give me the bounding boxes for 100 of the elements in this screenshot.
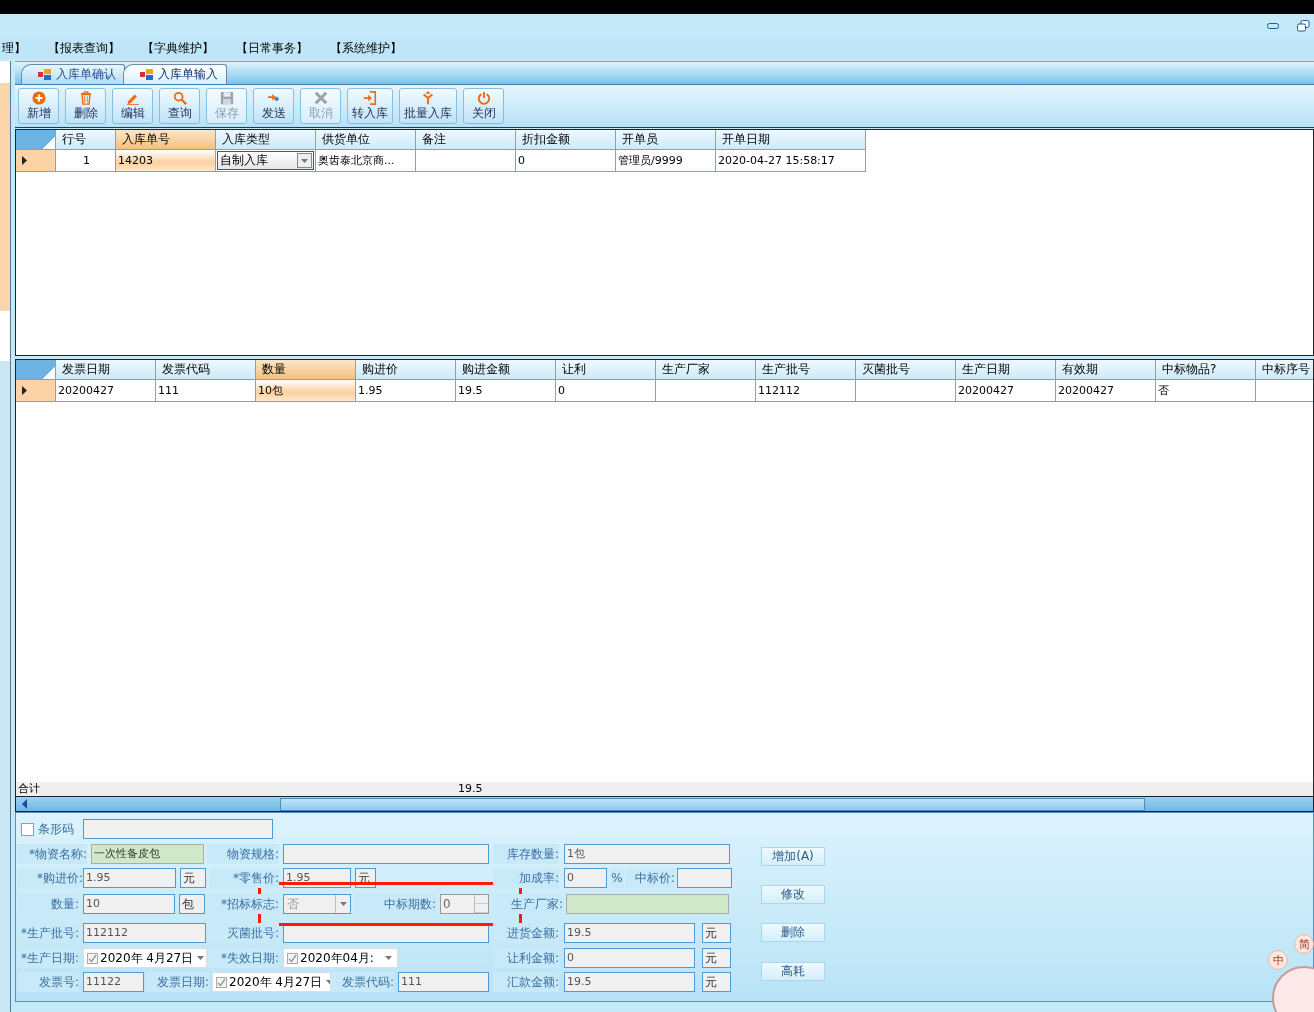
column-header[interactable]: 生产厂家 xyxy=(656,360,756,380)
form-button[interactable]: 修改 xyxy=(761,885,825,904)
input-field[interactable] xyxy=(677,868,732,888)
checkbox-label: 条形码 xyxy=(38,820,74,838)
column-header[interactable]: 开单日期 xyxy=(716,130,866,150)
column-header[interactable]: 发票代码 xyxy=(156,360,256,380)
input-field[interactable]: 111 xyxy=(398,972,489,992)
window-icon xyxy=(38,69,51,80)
input-field[interactable] xyxy=(283,844,489,864)
column-header[interactable]: 入库单号 xyxy=(116,130,216,150)
menu-item[interactable]: 理】 xyxy=(2,40,34,57)
unit-label: 包 xyxy=(179,894,205,914)
form-button[interactable]: 增加(A) xyxy=(761,847,825,866)
input-field[interactable] xyxy=(566,894,729,914)
date-picker[interactable]: 2020年 4月27日 xyxy=(83,948,207,968)
unit-label: 元 xyxy=(702,948,731,968)
scroll-left-icon[interactable] xyxy=(20,799,30,809)
field-label: *购进价: xyxy=(17,868,83,888)
table-cell: 10包 xyxy=(256,380,356,402)
column-header[interactable]: 中标序号 xyxy=(1256,360,1313,380)
table-cell: 112112 xyxy=(756,380,856,402)
input-field[interactable]: 19.5 xyxy=(564,923,695,943)
form-button[interactable]: 高耗 xyxy=(761,962,825,981)
scrollbar-thumb[interactable] xyxy=(280,797,1145,811)
caret-icon xyxy=(339,902,347,906)
table-cell: 否 xyxy=(1156,380,1256,402)
column-header[interactable]: 有效期 xyxy=(1056,360,1156,380)
column-header[interactable]: 数量 xyxy=(256,360,356,380)
checkbox[interactable] xyxy=(21,822,34,836)
toolbar-button[interactable]: 关闭 xyxy=(463,88,504,124)
table-cell: 0 xyxy=(556,380,656,402)
input-field[interactable]: 1包 xyxy=(564,844,730,864)
toolbar-button[interactable]: 发送 xyxy=(253,88,294,124)
input-field[interactable]: 10 xyxy=(83,894,175,914)
date-picker[interactable]: 2020年 4月27日 xyxy=(212,972,331,992)
menu-item[interactable]: 【系统维护】 xyxy=(330,40,410,57)
toolbar-button[interactable]: 批量入库 xyxy=(399,88,457,124)
caret-icon xyxy=(301,158,308,163)
column-header[interactable]: 灭菌批号 xyxy=(856,360,956,380)
input-field[interactable]: 0 xyxy=(564,948,695,968)
restore-icon[interactable] xyxy=(1297,20,1310,32)
row-header[interactable] xyxy=(16,150,56,172)
column-header[interactable]: 备注 xyxy=(416,130,516,150)
column-header[interactable]: 中标物品? xyxy=(1156,360,1256,380)
input-field[interactable] xyxy=(83,819,273,839)
menu-item[interactable]: 【报表查询】 xyxy=(48,40,128,57)
column-header[interactable]: 折扣金额 xyxy=(516,130,616,150)
spin-field[interactable]: 0 xyxy=(440,894,489,914)
input-field[interactable]: 19.5 xyxy=(564,972,695,992)
total-value: 19.5 xyxy=(457,782,484,796)
checkbox[interactable] xyxy=(216,976,227,988)
trash-icon xyxy=(78,91,93,105)
checkbox[interactable] xyxy=(87,952,98,964)
table-cell: 1.95 xyxy=(356,380,456,402)
tab[interactable]: 入库单确认 xyxy=(21,64,125,84)
column-header[interactable]: 入库类型 xyxy=(216,130,316,150)
toolbar-button[interactable]: 删除 xyxy=(65,88,106,124)
table-cell: 2020-04-27 15:58:17 xyxy=(716,150,866,172)
column-header[interactable]: 让利 xyxy=(556,360,656,380)
tab[interactable]: 入库单输入 xyxy=(123,64,227,84)
menu-item[interactable]: 【日常事务】 xyxy=(236,40,316,57)
field-label: 汇款金额: xyxy=(493,972,559,992)
minimize-icon[interactable] xyxy=(1267,23,1279,29)
column-header[interactable]: 生产日期 xyxy=(956,360,1056,380)
total-label: 合计 xyxy=(17,782,41,796)
column-header[interactable]: 购进金额 xyxy=(456,360,556,380)
column-header[interactable]: 购进价 xyxy=(356,360,456,380)
input-field[interactable]: 11122 xyxy=(83,972,144,992)
form-button[interactable]: 删除 xyxy=(761,923,825,942)
row-header[interactable] xyxy=(16,380,56,402)
branch-icon xyxy=(420,91,436,105)
toolbar-button[interactable]: 编辑 xyxy=(112,88,153,124)
checkbox[interactable] xyxy=(287,952,298,964)
column-header[interactable]: 供货单位 xyxy=(316,130,416,150)
column-header[interactable]: 开单员 xyxy=(616,130,716,150)
field-label: 发票代码: xyxy=(331,972,394,992)
toolbar-button[interactable]: 查询 xyxy=(159,88,200,124)
search-icon xyxy=(171,91,188,105)
enter-icon xyxy=(362,91,378,105)
unit-label: 元 xyxy=(702,923,731,943)
table-cell: 14203 xyxy=(116,150,216,172)
input-field[interactable]: 一次性备皮包 xyxy=(91,844,204,864)
field-label: 发票日期: xyxy=(145,972,209,992)
unit-label: 元 xyxy=(702,972,731,992)
plus-icon xyxy=(30,91,47,105)
field-label: 加成率: xyxy=(493,868,559,888)
menu-item[interactable]: 【字典维护】 xyxy=(142,40,222,57)
toolbar-button[interactable]: 转入库 xyxy=(347,88,393,124)
column-header[interactable]: 发票日期 xyxy=(56,360,156,380)
column-header[interactable]: 行号 xyxy=(56,130,116,150)
table-cell: 奥齿泰北京商... xyxy=(316,150,416,172)
caret-icon xyxy=(197,956,205,960)
type-dropdown[interactable]: 自制入库 xyxy=(217,151,314,170)
date-picker[interactable]: 2020年04月: xyxy=(283,948,398,968)
input-field[interactable]: 0 xyxy=(564,868,607,888)
row-pointer-icon xyxy=(22,156,27,165)
input-field[interactable]: 1.95 xyxy=(83,868,176,888)
toolbar-button[interactable]: 新增 xyxy=(18,88,59,124)
input-field[interactable]: 112112 xyxy=(83,923,206,943)
column-header[interactable]: 生产批号 xyxy=(756,360,856,380)
